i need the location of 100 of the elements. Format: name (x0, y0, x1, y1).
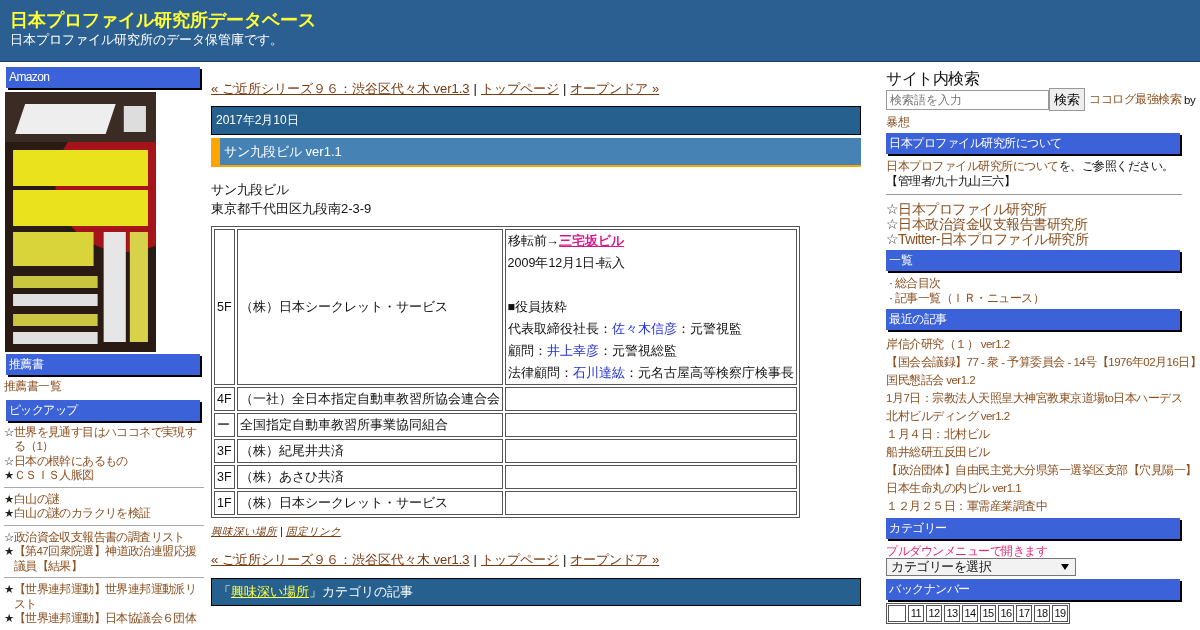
caret-icon (1061, 564, 1069, 570)
person-link[interactable]: 石川達紘 (572, 366, 625, 380)
search-service-link[interactable]: ココログ最強検索 (1089, 92, 1181, 107)
about-text: を、ご参照ください。 (1058, 160, 1174, 172)
post-title: サン九段ビル ver1.1 (211, 138, 861, 167)
sidebar-link[interactable]: 白山の謎 (13, 491, 60, 506)
sidebar-link[interactable]: 白山の謎のカラクリを検証 (13, 506, 151, 521)
table-cell: 3F (214, 465, 235, 489)
building-link[interactable]: 三宅坂ビル (559, 234, 625, 248)
table-cell: 3F (214, 439, 235, 463)
sidebar-link[interactable]: 【世界連邦運動】世界連邦運動派リスト (13, 582, 204, 611)
bullet-mark: · (889, 276, 893, 290)
site-subtitle: 日本プロファイル研究所のデータ保管庫です。 (10, 31, 284, 48)
index-link[interactable]: 総合目次 (894, 276, 941, 290)
widget-heading: バックナンバー (886, 579, 1180, 600)
widget-heading: 日本プロファイル研究所について (886, 133, 1180, 154)
star-mark: ★ (4, 544, 14, 559)
star-mark: ☆ (4, 424, 14, 440)
calendar-cell[interactable]: 11 (908, 605, 924, 622)
recent-article-link[interactable]: 船井総研五反田ビル (886, 446, 990, 458)
note-text: ：元名古屋高等検察庁検事長 (624, 366, 794, 380)
bracket: 「 (218, 584, 231, 599)
category-dropdown[interactable]: カテゴリーを選択 (886, 558, 1076, 576)
note-text: 法律顧問： (507, 366, 573, 380)
category-link[interactable]: 興味深い場所 (211, 524, 277, 538)
top-page-link[interactable]: トップページ (481, 550, 559, 570)
star-mark: ★ (4, 582, 14, 597)
calendar-cell[interactable]: 12 (926, 605, 942, 622)
star-mark: ☆ (886, 231, 899, 247)
note-text: 代表取締役社長： (507, 322, 612, 336)
body-text: 東京都千代田区九段南2-3-9 (211, 200, 373, 218)
recent-article-link[interactable]: 日本生命丸の内ビル ver1.1 (886, 482, 1022, 494)
star-mark: ☆ (886, 216, 899, 232)
table-cell: （一社）全日本指定自動車教習所協会連合会 (236, 387, 503, 411)
person-link[interactable]: 井上幸彦 (546, 344, 599, 358)
note-text: 顧問： (507, 344, 547, 358)
author-link[interactable]: 暴想 (886, 116, 909, 128)
separator: | (473, 80, 477, 98)
recent-article-link[interactable]: １２月２５日：軍需産業調査中 (886, 500, 1047, 512)
table-cell: （株）紀尾井共済 (236, 439, 503, 463)
site-link[interactable]: 日本政治資金収支報告書研究所 (898, 216, 1088, 232)
category-link[interactable]: 興味深い場所 (231, 584, 309, 599)
note-text: ■役員抜粋 (507, 300, 568, 314)
recent-article-link[interactable]: １月４日：北村ビル (886, 428, 990, 440)
site-link[interactable]: 日本プロファイル研究所 (898, 201, 1047, 217)
permalink[interactable]: 固定リンク (285, 524, 341, 538)
calendar-cell[interactable]: 14 (962, 605, 978, 622)
search-button[interactable]: 検索 (1049, 88, 1085, 111)
index-link[interactable]: 記事一覧（ＩＲ・ニュース） (894, 291, 1044, 305)
separator: | (280, 524, 283, 538)
calendar-cell[interactable]: 15 (980, 605, 996, 622)
next-post-link[interactable]: オープンドア » (570, 79, 660, 99)
category-articles-title: 」カテゴリの記事 (309, 584, 413, 599)
star-mark: ☆ (4, 453, 14, 468)
recent-article-link[interactable]: 岸信介研究（１） ver1.2 (886, 338, 1010, 350)
widget-heading: Amazon (6, 67, 200, 88)
dropdown-hint: プルダウンメニューで開きます (886, 544, 1048, 558)
recent-article-link[interactable]: 国民懇話会 ver1.2 (886, 374, 976, 386)
calendar-cell[interactable]: 17 (1016, 605, 1032, 622)
about-link[interactable]: 日本プロファイル研究所について (886, 160, 1059, 172)
note-text: ：元警視総監 (598, 344, 677, 358)
calendar-cell[interactable]: 19 (1052, 605, 1068, 622)
calendar-cell[interactable]: 18 (1034, 605, 1050, 622)
site-link[interactable]: Twitter-日本プロファイル研究所 (898, 231, 1089, 247)
star-mark: ☆ (886, 201, 899, 217)
table-cell: （株）あさひ共済 (236, 465, 503, 489)
search-field[interactable]: 検索語を入力 (886, 89, 1049, 110)
sidebar-link[interactable]: ＣＳＩＳ人脈図 (13, 468, 94, 483)
widget-heading: 最近の記事 (886, 309, 1180, 330)
table-cell: 4F (214, 387, 235, 411)
sidebar-link[interactable]: 政治資金収支報告書の調査リスト (13, 529, 185, 544)
sidebar-link[interactable]: 日本の根幹にあるもの (13, 453, 128, 468)
separator: | (563, 551, 567, 569)
note-text: 移転前→ (507, 234, 560, 248)
sidebar-link[interactable]: 【世界連邦運動】日本協議会６団体 (13, 611, 197, 626)
recent-article-link[interactable]: 1月7日：宗教法人天照皇大神宮教東京道場to日本ハーデス (886, 392, 1183, 404)
recent-article-link[interactable]: 【国会会議録】77 - 衆 - 予算委員会 - 14号【1976年02月16日】 (886, 356, 1200, 368)
recent-article-link[interactable]: 北村ビルディング ver1.2 (886, 410, 1010, 422)
sidebar-link[interactable]: 世界を見通す目はハココネで実現する（1） (13, 424, 204, 454)
recent-article-link[interactable]: 【政治団体】自由民主党大分県第一選挙区支部【穴見陽一】 (886, 464, 1197, 476)
sidebar-link[interactable]: 推薦書一覧 (4, 379, 61, 394)
star-mark: ★ (4, 611, 14, 626)
bullet-mark: · (889, 291, 893, 305)
widget-heading: ピックアップ (6, 399, 200, 421)
previous-post-link[interactable]: « ご近所シリーズ９６：渋谷区代々木 ver1.3 (211, 550, 470, 570)
previous-post-link[interactable]: « ご近所シリーズ９６：渋谷区代々木 ver1.3 (211, 79, 470, 99)
widget-heading: 一覧 (886, 250, 1180, 271)
calendar-cell[interactable]: 16 (998, 605, 1014, 622)
next-post-link[interactable]: オープンドア » (570, 550, 660, 570)
by-text: by (1184, 93, 1196, 106)
site-title[interactable]: 日本プロファイル研究所データベース (10, 9, 316, 31)
top-page-link[interactable]: トップページ (481, 79, 559, 99)
star-mark: ☆ (4, 529, 14, 544)
table-cell: 5F (214, 229, 235, 385)
search-title: サイト内検索 (886, 69, 980, 88)
sidebar-link[interactable]: 【第47回衆院選】神道政治連盟応援議員【結果】 (13, 544, 204, 573)
person-link[interactable]: 佐々木信彦 (611, 322, 677, 336)
separator: | (563, 80, 567, 98)
calendar-cell[interactable]: 13 (944, 605, 960, 622)
date-header: 2017年2月10日 (211, 106, 861, 135)
